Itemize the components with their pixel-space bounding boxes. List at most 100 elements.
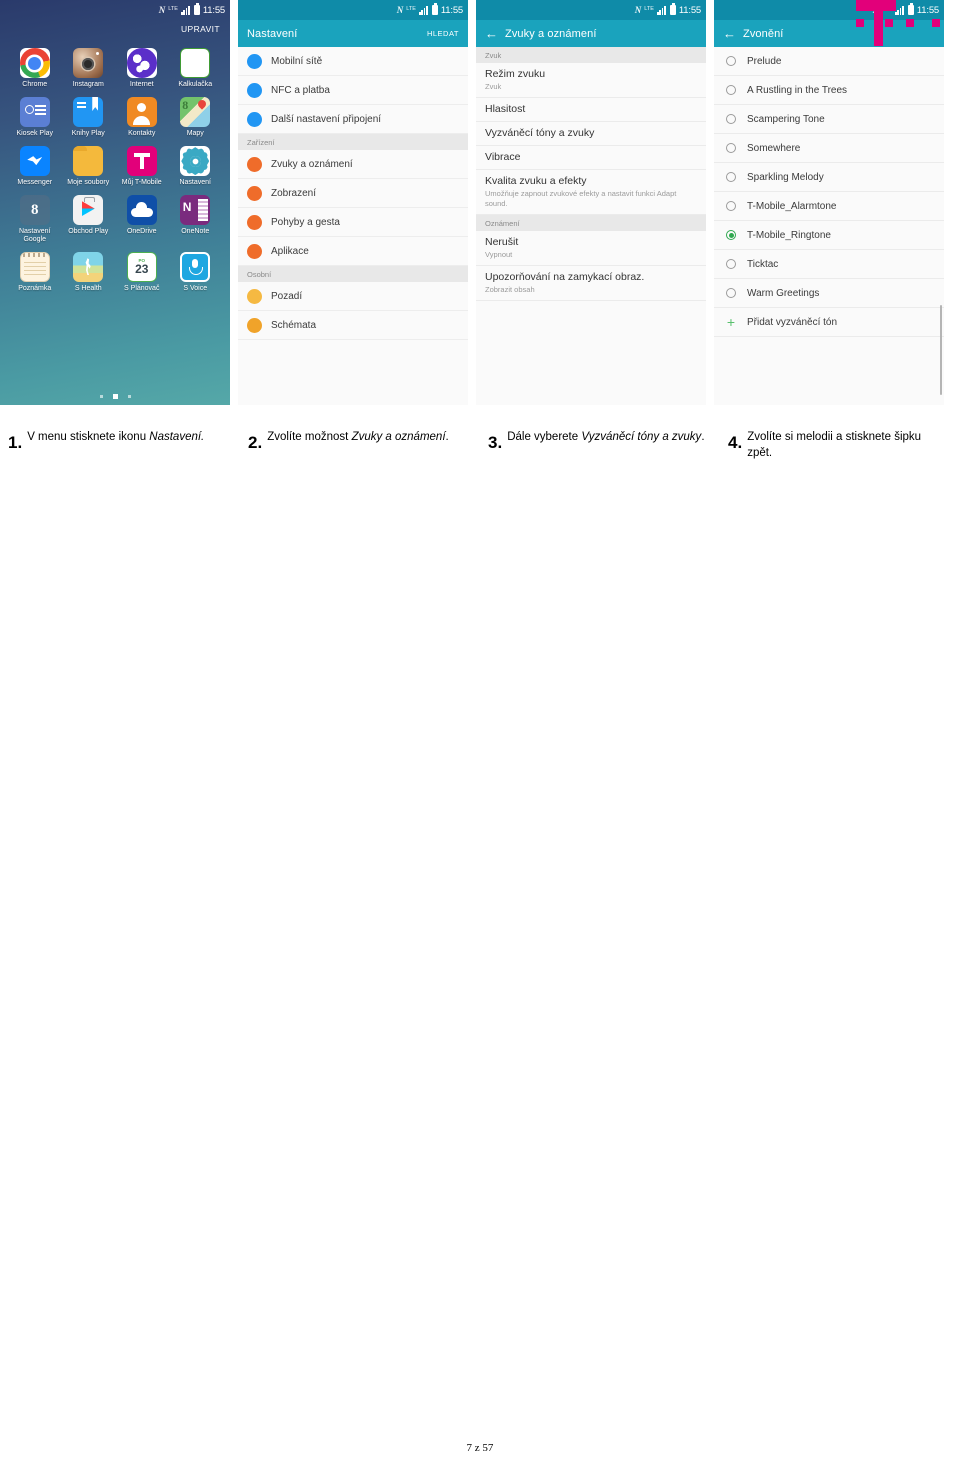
ringtone-label: Scampering Tone	[747, 113, 825, 125]
app-icon-play-books[interactable]: Knihy Play	[62, 91, 116, 138]
app-icon-contacts[interactable]: Kontakty	[115, 91, 169, 138]
phone-screenshot-home: N LTE 11:55 UPRAVIT Chrome Instagram Inter…	[0, 0, 230, 405]
app-icon-s-planner[interactable]: PO 23 S Plánovač	[115, 246, 169, 293]
settings-row[interactable]: Schémata	[238, 311, 468, 340]
back-arrow-icon[interactable]: ←	[485, 27, 498, 40]
back-arrow-icon[interactable]: ←	[723, 27, 736, 40]
ringtone-row[interactable]: Prelude	[714, 47, 944, 76]
caption-emphasis: Vyzváněcí tóny a zvuky	[581, 431, 702, 443]
app-icon-play-store[interactable]: Obchod Play	[62, 189, 116, 244]
app-label: Kontakty	[128, 130, 156, 138]
add-ringtone-row[interactable]: + Přidat vyzváněcí tón	[714, 308, 944, 337]
s-planner-icon: PO 23	[126, 252, 157, 283]
caption-plain: V menu stisknete ikonu	[27, 431, 150, 443]
ringtone-row[interactable]: T-Mobile_Ringtone	[714, 221, 944, 250]
settings-row[interactable]: Pohyby a gesta	[238, 208, 468, 237]
settings-row[interactable]: Další nastavení připojení	[238, 105, 468, 134]
s-health-icon	[73, 252, 104, 283]
sound-setting-row[interactable]: Vyzváněcí tóny a zvuky	[476, 122, 706, 147]
app-icon-google-settings[interactable]: 8 Nastavení Google	[8, 189, 62, 244]
messenger-icon	[19, 146, 50, 177]
settings-row[interactable]: Zobrazení	[238, 179, 468, 208]
page-indicator-dots	[0, 394, 230, 399]
app-icon-chrome[interactable]: Chrome	[8, 42, 62, 89]
scrollbar[interactable]	[940, 305, 942, 395]
app-icon-s-voice-microphone[interactable]: S Voice	[169, 246, 223, 293]
app-label: S Voice	[183, 285, 208, 293]
app-icon-s-health[interactable]: S Health	[62, 246, 116, 293]
calculator-icon: +−×÷	[180, 48, 211, 78]
search-button[interactable]: HLEDAT	[427, 29, 459, 38]
radio-icon[interactable]	[726, 259, 736, 269]
ringtone-label: Sparkling Melody	[747, 171, 824, 183]
caption-text: Zvolíte si melodii a stisknete šipku zpě…	[747, 428, 948, 461]
app-label: Kiosek Play	[16, 130, 54, 138]
app-icon-t-mobile[interactable]: Můj T-Mobile	[115, 140, 169, 187]
ringtone-row[interactable]: Somewhere	[714, 134, 944, 163]
sound-setting-row[interactable]: Vibrace	[476, 146, 706, 171]
settings-item-label: Schémata	[271, 319, 317, 331]
sound-setting-row[interactable]: Hlasitost	[476, 97, 706, 122]
app-label: S Plánovač	[124, 285, 160, 293]
lte-icon: LTE	[882, 6, 892, 13]
radio-icon[interactable]	[726, 114, 736, 124]
app-icon-settings-gear[interactable]: Nastavení	[169, 140, 223, 187]
app-icon-memo[interactable]: Poznámka	[8, 246, 62, 293]
app-icon-onedrive-cloud[interactable]: OneDrive	[115, 189, 169, 244]
status-bar-1: N LTE 11:55	[0, 0, 230, 20]
ringtone-row[interactable]: Sparkling Melody	[714, 163, 944, 192]
signal-bars-icon	[656, 5, 667, 15]
sound-setting-row[interactable]: Kvalita zvuku a efekty Umožňuje zapnout z…	[476, 170, 706, 215]
radio-icon[interactable]	[726, 85, 736, 95]
app-icon-play-newsstand[interactable]: Kiosek Play	[8, 91, 62, 138]
app-icon-internet[interactable]: Internet	[115, 42, 169, 89]
sound-setting-row[interactable]: Nerušit Vypnout	[476, 230, 706, 266]
ringtone-row[interactable]: Warm Greetings	[714, 279, 944, 308]
app-label: Kalkulačka	[178, 81, 213, 88]
caption-step-4: 4. Zvolíte si melodii a stisknete šipku z…	[720, 428, 960, 461]
sound-setting-row[interactable]: Upozorňování na zamykací obraz. Zobrazit …	[476, 265, 706, 301]
caption-text: V menu stisknete ikonu Nastavení.	[27, 428, 204, 446]
settings-row[interactable]: Pozadí	[238, 282, 468, 311]
app-label: OneDrive	[126, 228, 157, 236]
sound-setting-label: Vibrace	[485, 151, 521, 164]
memo-icon	[19, 252, 50, 283]
radio-selected-icon[interactable]	[726, 230, 736, 240]
app-icon-instagram[interactable]: Instagram	[62, 42, 116, 89]
radio-icon[interactable]	[726, 143, 736, 153]
app-icon-onenote[interactable]: OneNote	[169, 189, 223, 244]
ringtone-row[interactable]: Ticktac	[714, 250, 944, 279]
app-icon-calculator[interactable]: +−×÷ Kalkulačka	[169, 42, 223, 89]
settings-item-icon	[247, 243, 262, 259]
app-icon-maps[interactable]: Mapy	[169, 91, 223, 138]
sound-setting-sublabel: Zvuk	[485, 82, 502, 92]
ringtone-row[interactable]: A Rustling in the Trees	[714, 76, 944, 105]
caption-plain: .	[701, 431, 705, 443]
caption-plain: Zvolíte možnost	[267, 431, 352, 443]
radio-icon[interactable]	[726, 56, 736, 66]
phone-screenshot-settings: N LTE 11:55 Nastavení HLEDAT Mobilní sít…	[238, 0, 468, 405]
clock-label: 11:55	[916, 4, 939, 16]
sound-setting-row[interactable]: Režim zvuku Zvuk	[476, 63, 706, 98]
caption-step-2: 2. Zvolíte možnost Zvuky a oznámení.	[240, 428, 480, 461]
app-icon-messenger[interactable]: Messenger	[8, 140, 62, 187]
nfc-icon: N	[396, 4, 404, 15]
radio-icon[interactable]	[726, 288, 736, 298]
play-store-icon	[73, 195, 104, 226]
clock-label: 11:55	[678, 4, 701, 16]
calc-glyph: −	[186, 54, 196, 72]
ringtone-row[interactable]: T-Mobile_Alarmtone	[714, 192, 944, 221]
settings-row[interactable]: NFC a platba	[238, 76, 468, 105]
settings-row[interactable]: Aplikace	[238, 237, 468, 266]
app-icon-my-files[interactable]: Moje soubory	[62, 140, 116, 187]
radio-icon[interactable]	[726, 201, 736, 211]
radio-icon[interactable]	[726, 172, 736, 182]
settings-item-label: Pozadí	[271, 290, 303, 302]
edit-button[interactable]: UPRAVIT	[181, 24, 220, 34]
settings-row[interactable]: Mobilní sítě	[238, 47, 468, 76]
sound-setting-sublabel: Vypnout	[485, 250, 513, 259]
settings-row[interactable]: Zvuky a oznámení	[238, 150, 468, 179]
ringtone-row[interactable]: Scampering Tone	[714, 105, 944, 134]
lte-icon: LTE	[168, 6, 178, 13]
page-title: Zvuky a oznámení	[505, 27, 597, 40]
